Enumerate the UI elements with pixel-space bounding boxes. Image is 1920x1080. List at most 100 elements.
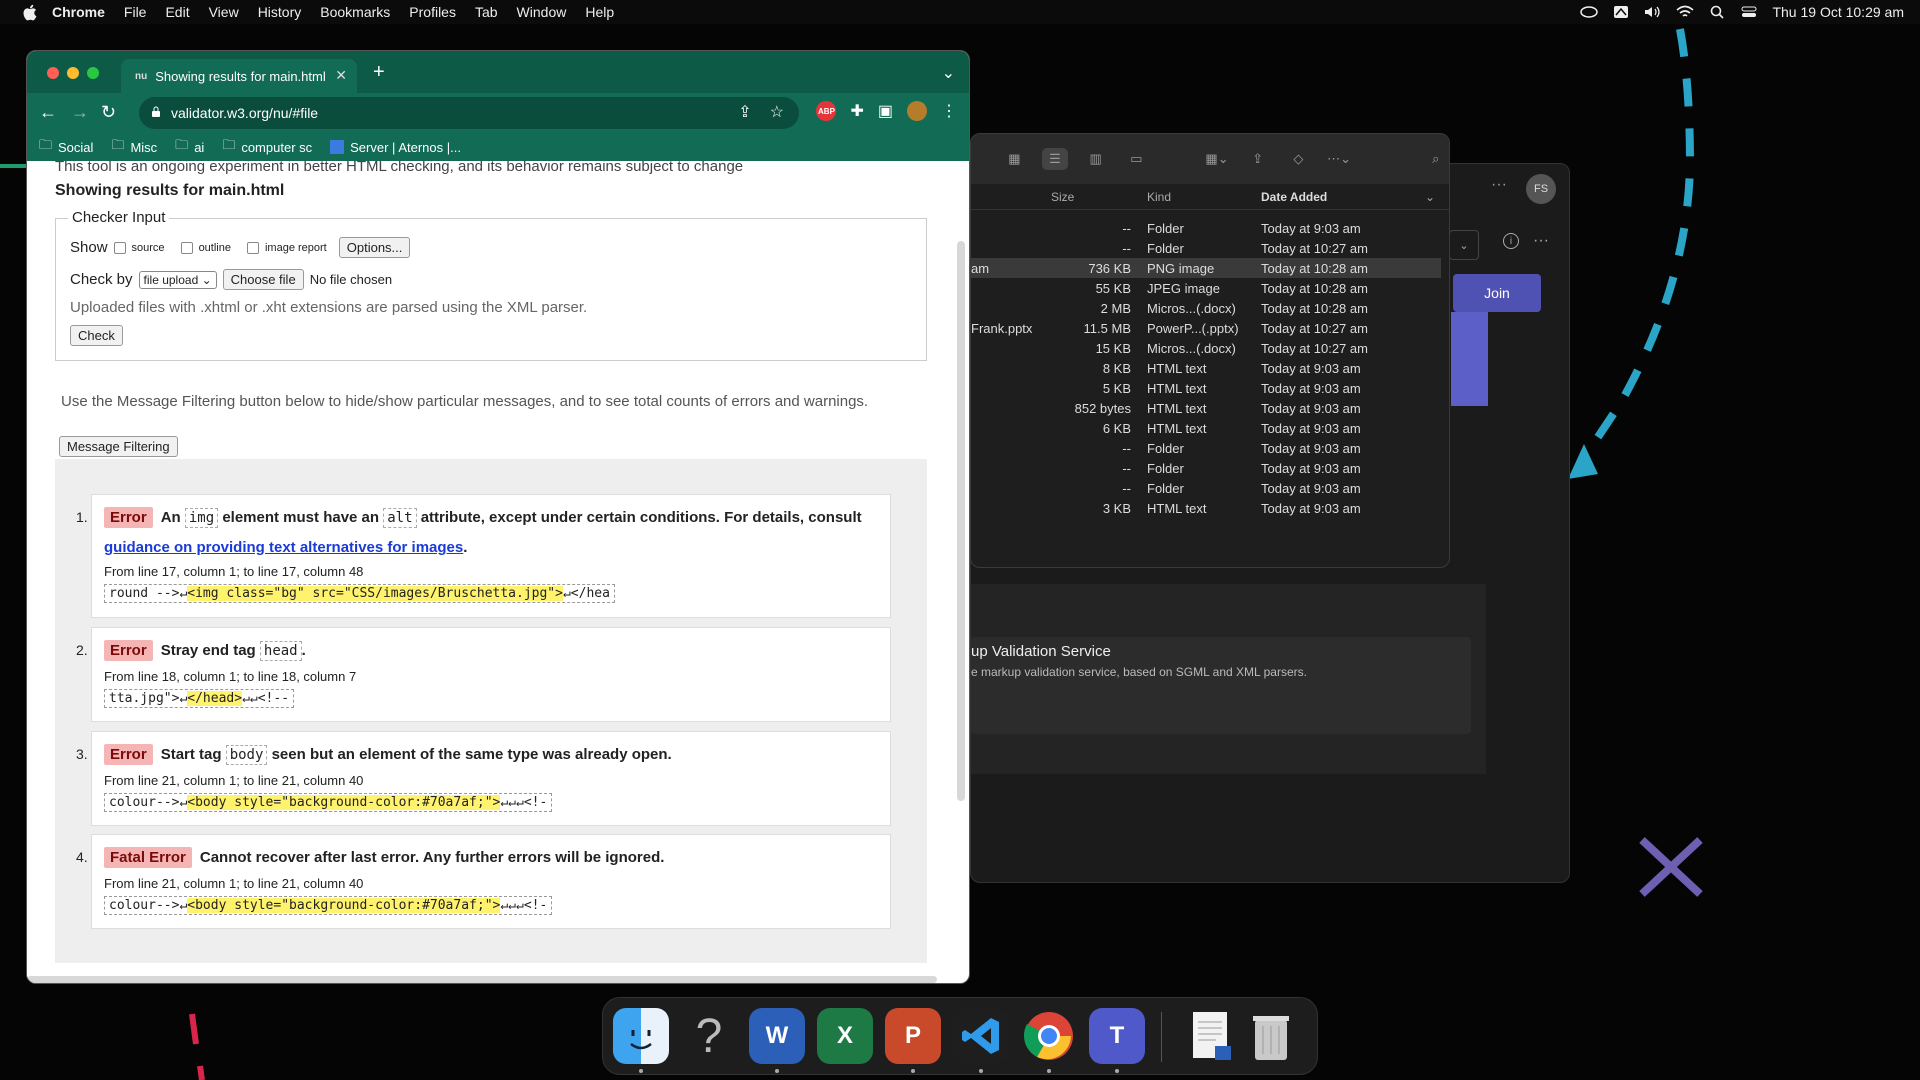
choose-file-button[interactable]: Choose file: [222, 269, 304, 290]
side-panel-icon[interactable]: ▣: [878, 101, 893, 121]
browser-tab-active[interactable]: nu Showing results for main.html ✕: [121, 59, 357, 93]
sort-chevron-icon[interactable]: ⌄: [1425, 190, 1435, 204]
group-icon[interactable]: ▦⌄: [1204, 148, 1231, 170]
finder-row[interactable]: 3 KB HTML text Today at 9:03 am: [971, 498, 1441, 518]
menu-file[interactable]: File: [124, 4, 147, 20]
teams-dropdown-chevron-icon[interactable]: ⌄: [1449, 230, 1479, 260]
volume-icon[interactable]: [1644, 3, 1662, 21]
bookmark-folder-social[interactable]: 🗀 Social: [39, 136, 93, 158]
menu-edit[interactable]: Edit: [165, 4, 189, 20]
chrome-menu-icon[interactable]: ⋮: [941, 101, 957, 121]
bookmark-folder-computer-sc[interactable]: 🗀 computer sc: [222, 136, 312, 158]
site-info-icon[interactable]: [151, 105, 161, 121]
wifi-icon[interactable]: [1676, 3, 1694, 21]
options-button[interactable]: Options...: [338, 237, 411, 258]
bookmark-folder-misc[interactable]: 🗀 Misc: [111, 136, 157, 158]
finder-row[interactable]: -- Folder Today at 10:27 am: [971, 238, 1441, 258]
creative-cloud-icon[interactable]: [1580, 3, 1599, 21]
menu-view[interactable]: View: [209, 4, 239, 20]
menu-app-name[interactable]: Chrome: [52, 4, 105, 20]
menu-help[interactable]: Help: [585, 4, 614, 20]
finder-row[interactable]: 15 KB Micros...(.docx) Today at 10:27 am: [971, 338, 1441, 358]
finder-row[interactable]: -- Folder Today at 9:03 am: [971, 478, 1441, 498]
column-date-added[interactable]: Date Added: [1261, 190, 1327, 204]
forward-icon[interactable]: →: [71, 102, 89, 123]
help-dock-icon[interactable]: ?: [681, 1008, 737, 1064]
outline-checkbox[interactable]: [180, 241, 193, 254]
bookmark-star-icon[interactable]: ☆: [770, 102, 784, 122]
image-report-checkbox[interactable]: [246, 241, 259, 254]
close-tab-icon[interactable]: ✕: [335, 67, 347, 84]
teams-info-icon[interactable]: i: [1503, 233, 1519, 249]
extensions-puzzle-icon[interactable]: ✚: [850, 101, 863, 121]
finder-row[interactable]: 8 KB HTML text Today at 9:03 am: [971, 358, 1441, 378]
icon-view-icon[interactable]: ▦: [1001, 148, 1028, 170]
finder-row[interactable]: 55 KB JPEG image Today at 10:28 am: [971, 278, 1441, 298]
apple-icon[interactable]: [18, 1, 40, 23]
url-text[interactable]: validator.w3.org/nu/#file: [171, 105, 318, 121]
tab-search-chevron-icon[interactable]: ⌄: [942, 63, 955, 83]
check-button[interactable]: Check: [70, 325, 123, 346]
vscode-dock-icon[interactable]: [953, 1008, 1009, 1064]
finder-row[interactable]: am 736 KB PNG image Today at 10:28 am: [971, 258, 1441, 278]
bookmark-folder-ai[interactable]: 🗀 ai: [175, 136, 204, 158]
finder-dock-icon[interactable]: [613, 1008, 669, 1064]
share-page-icon[interactable]: ⇪: [738, 102, 751, 122]
horizontal-scrollbar[interactable]: [27, 976, 937, 983]
profile-avatar[interactable]: [907, 101, 927, 121]
control-center-icon[interactable]: [1740, 3, 1758, 21]
finder-row[interactable]: Frank.pptx 11.5 MB PowerP...(.pptx) Today a…: [971, 318, 1441, 338]
teams-avatar[interactable]: FS: [1526, 174, 1556, 204]
zoom-window-button[interactable]: [87, 67, 99, 79]
share-icon[interactable]: ⇪: [1244, 148, 1271, 170]
excel-dock-icon[interactable]: X: [817, 1008, 873, 1064]
menu-tab[interactable]: Tab: [475, 4, 498, 20]
gallery-view-icon[interactable]: ▭: [1123, 148, 1150, 170]
tag-icon[interactable]: ◇: [1285, 148, 1312, 170]
finder-row[interactable]: 6 KB HTML text Today at 9:03 am: [971, 418, 1441, 438]
column-size[interactable]: Size: [1051, 190, 1074, 204]
finder-row[interactable]: -- Folder Today at 9:03 am: [971, 438, 1441, 458]
menu-window[interactable]: Window: [517, 4, 567, 20]
finder-row[interactable]: 2 MB Micros...(.docx) Today at 10:28 am: [971, 298, 1441, 318]
menu-profiles[interactable]: Profiles: [409, 4, 456, 20]
message-filtering-button[interactable]: Message Filtering: [59, 436, 178, 457]
bookmark-aternos[interactable]: Server | Aternos |...: [330, 140, 461, 155]
word-dock-icon[interactable]: W: [749, 1008, 805, 1064]
spotlight-search-icon[interactable]: [1708, 3, 1726, 21]
teams-link-card[interactable]: up Validation Service e markup validatio…: [971, 637, 1471, 734]
guidance-link[interactable]: guidance on providing text alternatives …: [104, 539, 463, 556]
back-icon[interactable]: ←: [39, 102, 57, 123]
column-kind[interactable]: Kind: [1147, 190, 1171, 204]
finder-row[interactable]: 852 bytes HTML text Today at 9:03 am: [971, 398, 1441, 418]
column-view-icon[interactable]: ▥: [1082, 148, 1109, 170]
menu-history[interactable]: History: [258, 4, 302, 20]
minimize-window-button[interactable]: [67, 67, 79, 79]
adblock-plus-icon[interactable]: ABP: [816, 101, 837, 121]
finder-row[interactable]: -- Folder Today at 9:03 am: [971, 458, 1441, 478]
finder-row[interactable]: 5 KB HTML text Today at 9:03 am: [971, 378, 1441, 398]
teams-more-icon[interactable]: ···: [1491, 176, 1507, 194]
finder-search-icon[interactable]: ⌕: [1422, 148, 1449, 170]
teams-dock-icon[interactable]: T: [1089, 1008, 1145, 1064]
vertical-scrollbar[interactable]: [957, 241, 965, 801]
trash-dock-icon[interactable]: [1243, 1008, 1299, 1064]
finder-row[interactable]: -- Folder Today at 9:03 am: [971, 218, 1441, 238]
new-tab-icon[interactable]: +: [373, 61, 385, 84]
powerpoint-dock-icon[interactable]: P: [885, 1008, 941, 1064]
list-view-icon[interactable]: ☰: [1041, 148, 1069, 170]
join-button[interactable]: Join: [1453, 274, 1541, 312]
chrome-dock-icon[interactable]: [1021, 1008, 1077, 1064]
address-bar[interactable]: validator.w3.org/nu/#file: [139, 97, 799, 129]
menu-bookmarks[interactable]: Bookmarks: [320, 4, 390, 20]
finder-window[interactable]: ▦ ☰ ▥ ▭ ▦⌄ ⇪ ◇ ⋯⌄ ⌕ Size Kind Date Added…: [970, 133, 1450, 568]
check-by-select[interactable]: file upload ⌄: [138, 270, 217, 289]
source-checkbox[interactable]: [113, 241, 126, 254]
clock[interactable]: Thu 19 Oct 10:29 am: [1772, 4, 1904, 20]
document-dock-icon[interactable]: [1183, 1008, 1239, 1064]
teams-more-icon-2[interactable]: ···: [1533, 232, 1549, 250]
action-icon[interactable]: ⋯⌄: [1326, 148, 1353, 170]
reload-icon[interactable]: ↻: [101, 102, 116, 123]
close-window-button[interactable]: [47, 67, 59, 79]
onedrive-icon[interactable]: [1612, 3, 1630, 21]
